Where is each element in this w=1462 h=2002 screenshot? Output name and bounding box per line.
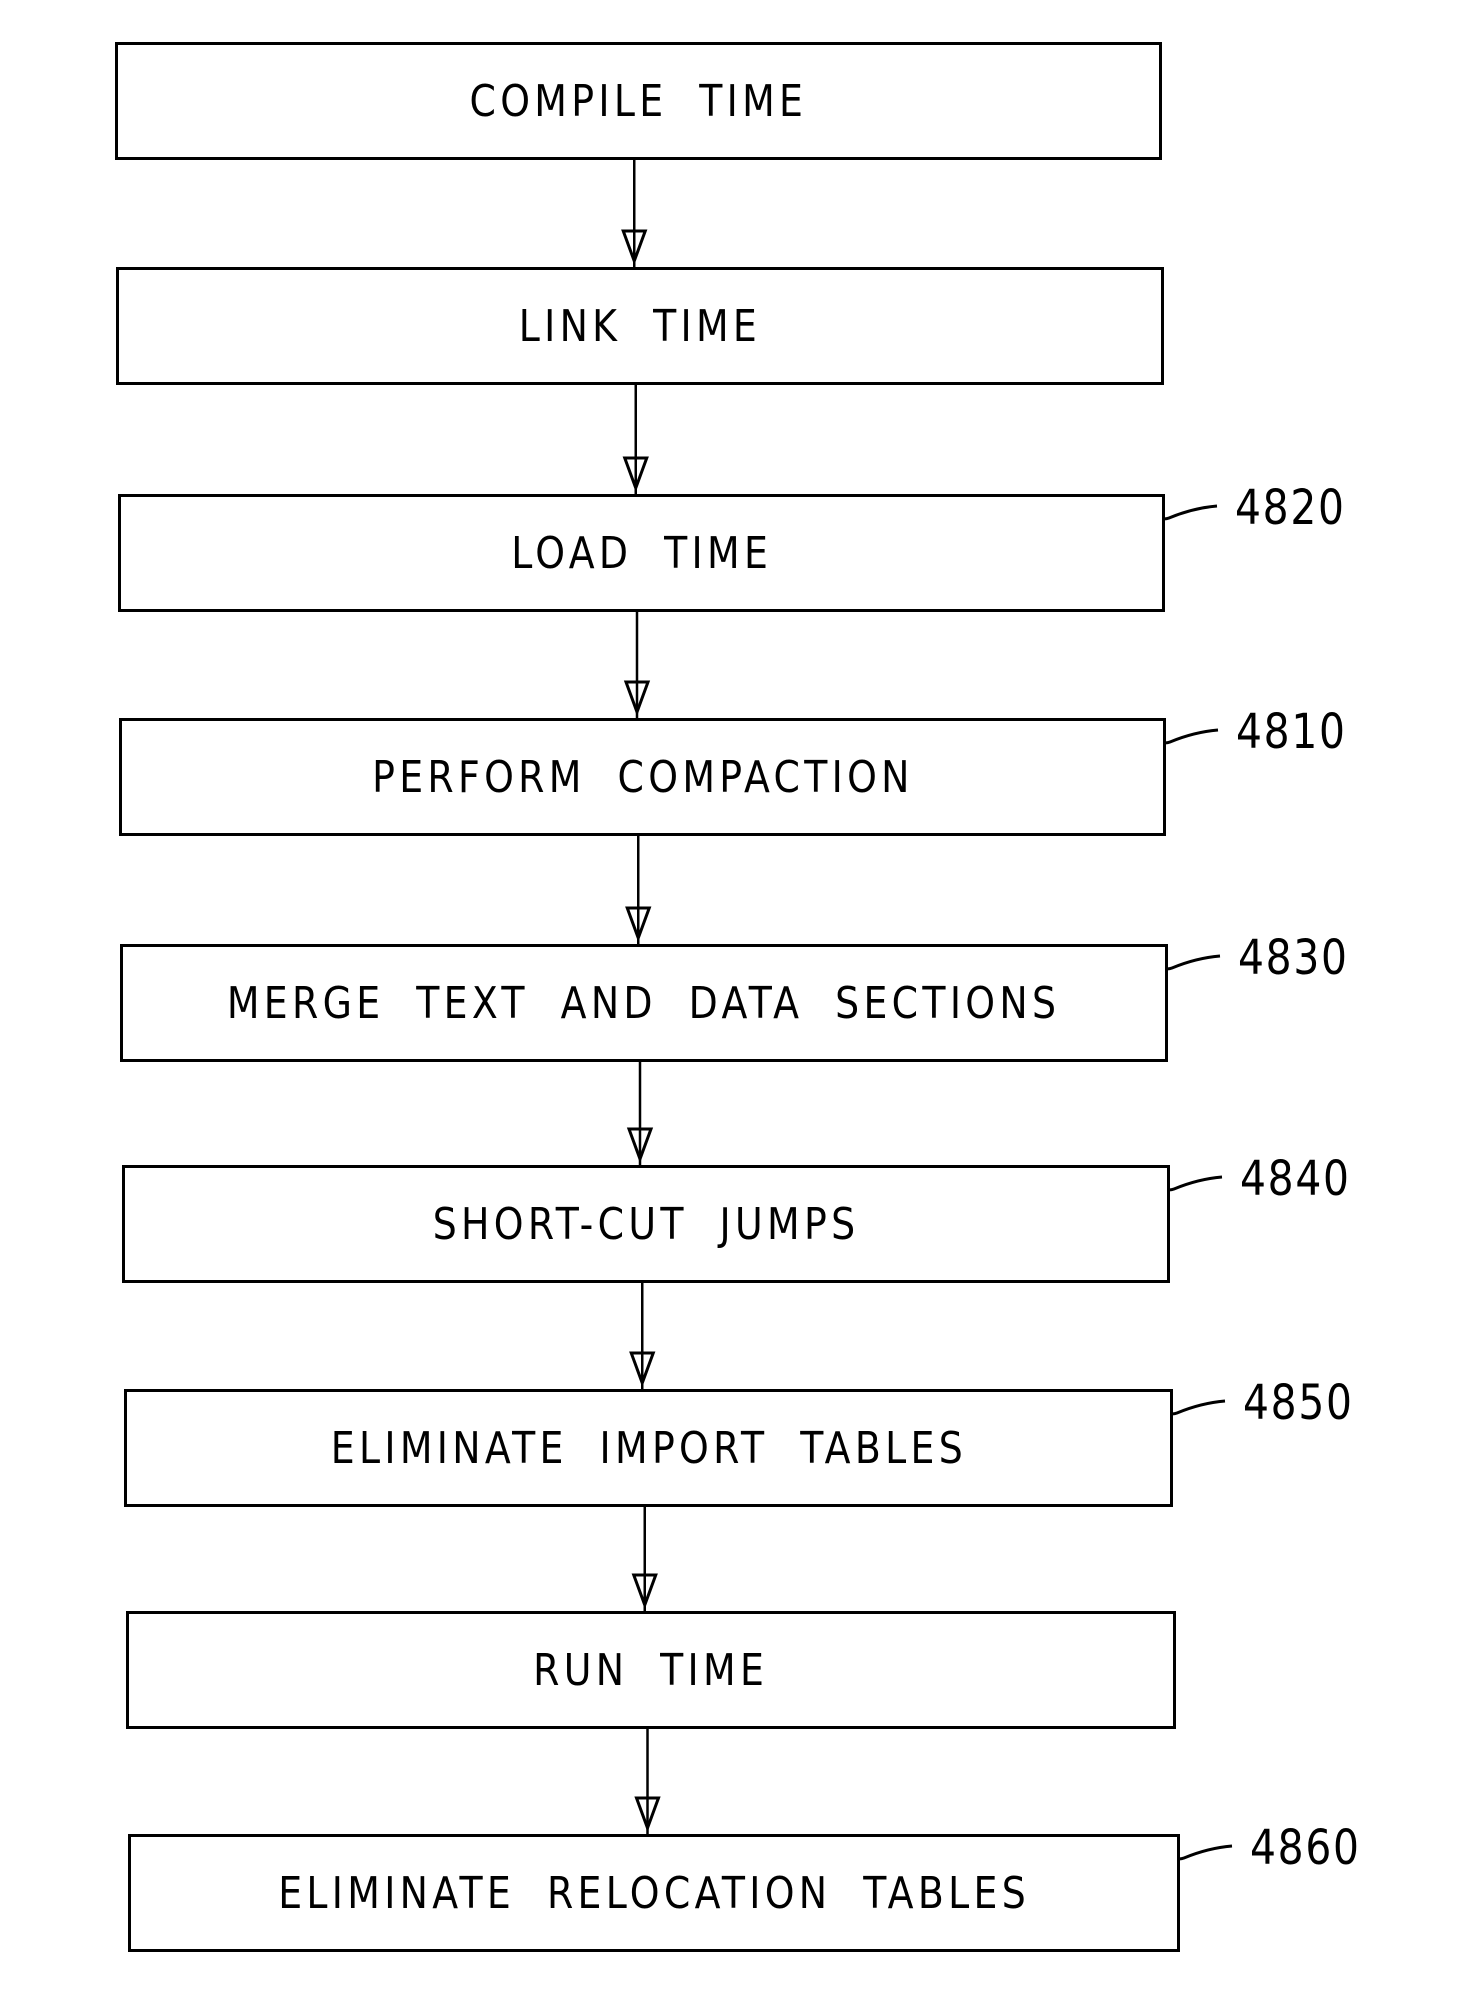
arrow-shortcut-to-import <box>629 1283 656 1389</box>
step-label: LOAD TIME <box>511 527 772 579</box>
step-label: MERGE TEXT AND DATA SECTIONS <box>227 977 1061 1029</box>
step-label: PERFORM COMPACTION <box>371 751 914 803</box>
arrow-compaction-to-merge <box>625 836 652 944</box>
arrow-merge-to-shortcut <box>626 1062 654 1165</box>
arrow-import-to-run <box>631 1507 658 1611</box>
step-box-merge: MERGE TEXT AND DATA SECTIONS <box>120 944 1168 1062</box>
step-box-run: RUN TIME <box>126 1611 1176 1729</box>
step-box-reloc: ELIMINATE RELOCATION TABLES <box>128 1834 1180 1952</box>
reference-numeral: 4840 <box>1240 1151 1351 1207</box>
step-box-link: LINK TIME <box>116 267 1164 385</box>
step-box-compaction: PERFORM COMPACTION <box>119 718 1166 836</box>
step-label: RUN TIME <box>533 1644 769 1696</box>
reference-numeral: 4810 <box>1236 704 1347 760</box>
step-label: LINK TIME <box>518 300 762 352</box>
step-label: COMPILE TIME <box>469 75 808 127</box>
reference-numeral: 4860 <box>1250 1820 1361 1876</box>
reference-numeral: 4850 <box>1243 1375 1354 1431</box>
step-box-compile: COMPILE TIME <box>115 42 1162 160</box>
arrow-run-to-reloc <box>634 1729 661 1834</box>
arrow-compile-to-link <box>621 160 648 267</box>
step-label: ELIMINATE IMPORT TABLES <box>330 1422 967 1474</box>
reference-numeral: 4820 <box>1235 480 1346 536</box>
step-box-shortcut: SHORT-CUT JUMPS <box>122 1165 1170 1283</box>
arrow-load-to-compaction <box>623 612 651 718</box>
step-box-load: LOAD TIME <box>118 494 1165 612</box>
reference-numeral: 4830 <box>1238 930 1349 986</box>
arrow-link-to-load <box>622 385 649 494</box>
step-label: SHORT-CUT JUMPS <box>432 1198 860 1250</box>
step-label: ELIMINATE RELOCATION TABLES <box>278 1867 1030 1919</box>
flowchart: COMPILE TIME LINK TIME LOAD TIME 4820 PERFOR… <box>0 0 1462 2002</box>
step-box-import: ELIMINATE IMPORT TABLES <box>124 1389 1173 1507</box>
